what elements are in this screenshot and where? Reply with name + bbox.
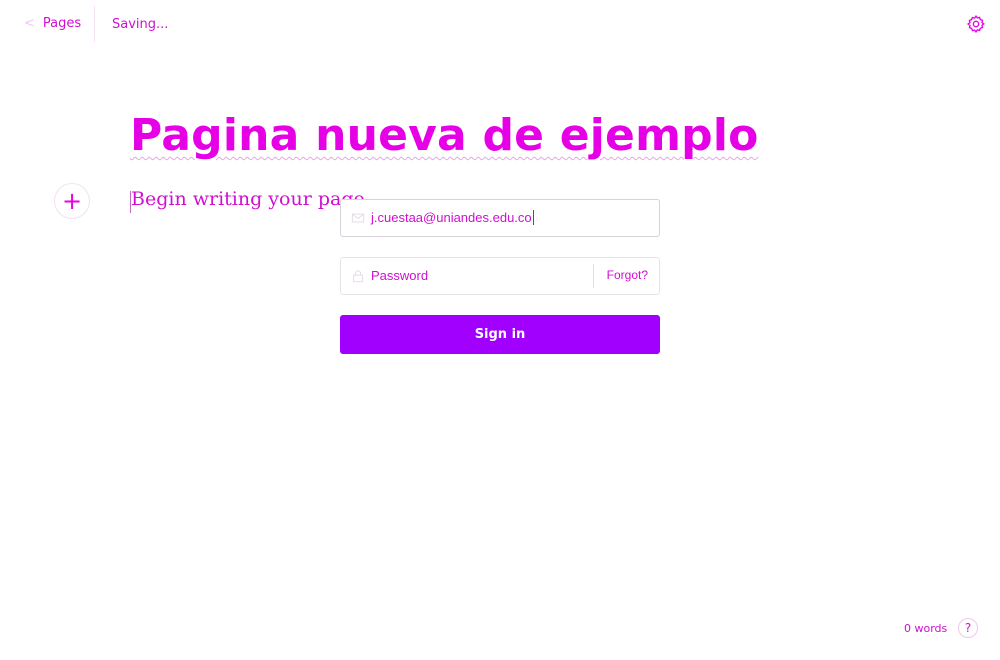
topbar-divider xyxy=(94,6,95,42)
page-title[interactable]: Pagina nueva de ejemplo xyxy=(130,110,759,161)
mail-icon xyxy=(351,213,365,223)
top-bar: < Pages Saving... xyxy=(0,0,1000,50)
back-link-label: Pages xyxy=(42,16,82,31)
word-count: 0 words xyxy=(904,622,948,635)
email-field[interactable]: j.cuestaa@uniandes.edu.co xyxy=(340,199,660,237)
help-icon[interactable]: ? xyxy=(958,618,978,638)
email-value: j.cuestaa@uniandes.edu.co xyxy=(371,210,534,225)
sign-in-button[interactable]: Sign in xyxy=(340,315,660,354)
signin-form: j.cuestaa@uniandes.edu.co Password Forgo… xyxy=(340,199,660,354)
field-divider xyxy=(593,264,594,288)
chevron-left-icon: < xyxy=(24,16,35,31)
back-to-pages-link[interactable]: < Pages xyxy=(24,16,81,31)
password-placeholder: Password xyxy=(371,268,429,283)
plus-icon: + xyxy=(61,187,83,215)
forgot-password-link[interactable]: Forgot? xyxy=(607,268,648,282)
password-field[interactable]: Password Forgot? xyxy=(340,257,660,295)
add-block-button[interactable]: + xyxy=(54,183,90,219)
gear-icon[interactable] xyxy=(966,14,986,34)
lock-icon xyxy=(353,270,363,283)
save-status: Saving... xyxy=(112,17,169,32)
